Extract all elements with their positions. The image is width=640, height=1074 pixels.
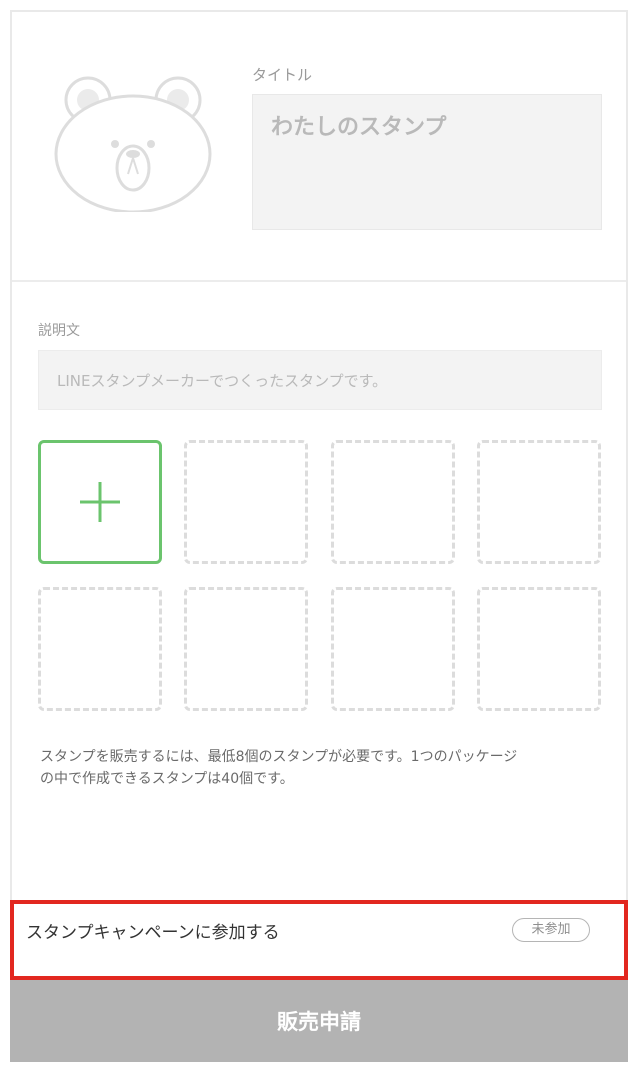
sticker-grid [38, 440, 602, 712]
plus-icon [80, 482, 120, 522]
sticker-slot[interactable] [184, 440, 308, 564]
campaign-status-badge[interactable]: 未参加 [512, 918, 590, 942]
title-label: タイトル [252, 66, 313, 84]
header-section: タイトル わたしのスタンプ [12, 12, 626, 282]
campaign-label[interactable]: スタンプキャンペーンに参加する [26, 918, 280, 943]
sticker-slot[interactable] [477, 587, 601, 711]
sticker-slot[interactable] [477, 440, 601, 564]
sell-request-button[interactable]: 販売申請 [10, 980, 628, 1062]
description-input[interactable]: LINEスタンプメーカーでつくったスタンプです。 [38, 350, 602, 410]
note-line: の中で作成できるスタンプは40個です。 [40, 771, 294, 787]
bear-face-icon[interactable] [50, 70, 216, 214]
description-label: 説明文 [38, 323, 80, 339]
sticker-slot[interactable] [331, 587, 455, 711]
add-sticker-button[interactable] [38, 440, 162, 564]
sticker-requirement-note: スタンプを販売するには、最低8個のスタンプが必要です。1つのパッケージ の中で作… [40, 746, 606, 790]
editor-panel: タイトル わたしのスタンプ 説明文 LINEスタンプメーカーでつくったスタンプで… [10, 10, 628, 1062]
sticker-slot[interactable] [331, 440, 455, 564]
sticker-slot[interactable] [38, 587, 162, 711]
note-line: スタンプを販売するには、最低8個のスタンプが必要です。1つのパッケージ [40, 749, 518, 765]
sticker-slot[interactable] [184, 587, 308, 711]
title-input[interactable]: わたしのスタンプ [252, 94, 602, 230]
